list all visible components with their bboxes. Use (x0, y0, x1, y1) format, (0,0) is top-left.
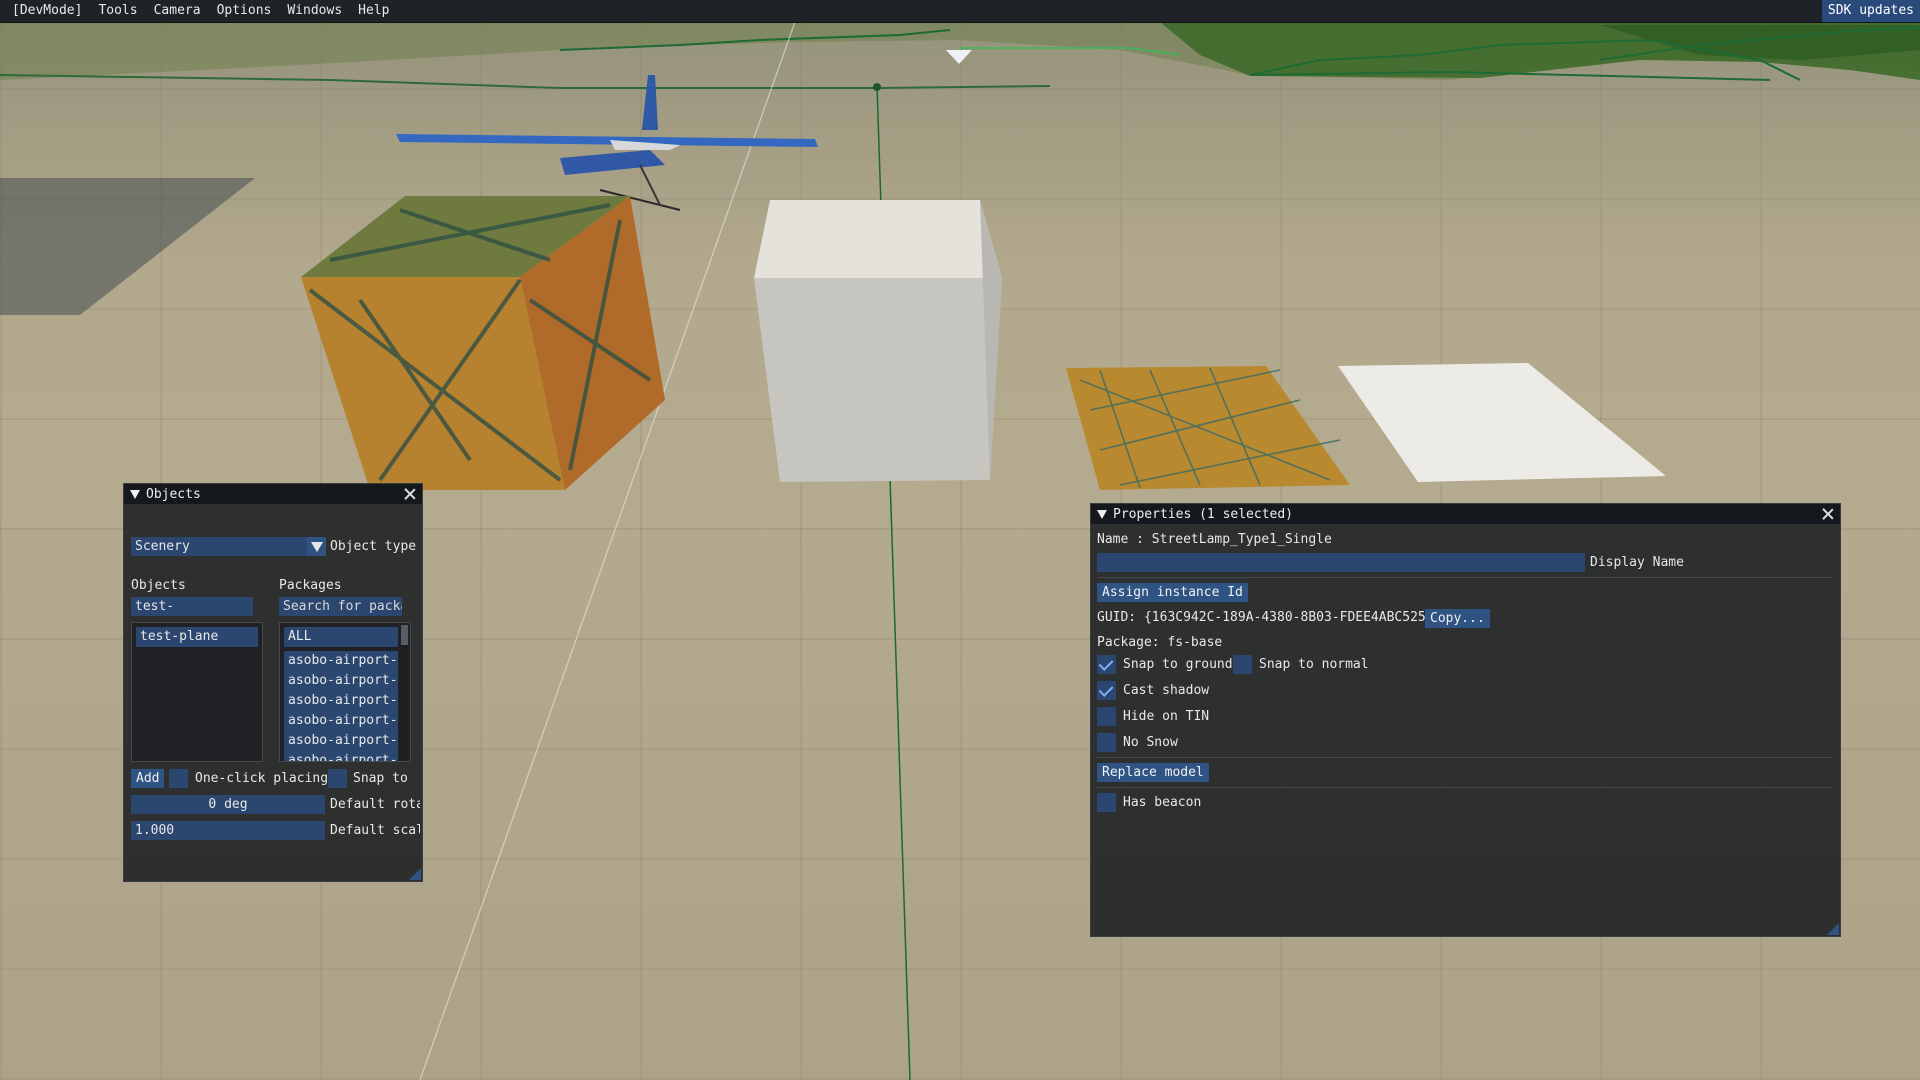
list-item[interactable]: test-plane (136, 627, 258, 647)
one-click-placing-label: One-click placing (195, 771, 329, 786)
list-item[interactable]: asobo-airport-k (284, 731, 398, 751)
package-text: Package: fs-base (1097, 635, 1223, 650)
close-icon[interactable] (1822, 508, 1834, 520)
objects-listbox: test-plane (131, 622, 263, 762)
separator (1097, 787, 1832, 788)
snap-to-normal-label: Snap to normal (1259, 657, 1369, 672)
checkmark-icon (1098, 656, 1114, 671)
separator (1097, 757, 1832, 758)
white-cube (754, 200, 1002, 482)
patterned-tile (1066, 366, 1350, 490)
object-type-value: Scenery (135, 539, 190, 554)
menu-options[interactable]: Options (209, 0, 280, 22)
airplane (396, 75, 818, 211)
list-item[interactable]: asobo-airport-e (284, 691, 398, 711)
menu-devmode[interactable]: [DevMode] (0, 0, 90, 22)
properties-panel-title: Properties (1 selected) (1113, 506, 1294, 522)
list-item[interactable]: asobo-airport-l (284, 751, 398, 761)
menu-tools[interactable]: Tools (90, 0, 145, 22)
menu-bar: [DevMode] Tools Camera Options Windows H… (0, 0, 1920, 23)
no-snow-checkbox[interactable] (1097, 733, 1116, 752)
list-item[interactable]: asobo-airport-c (284, 651, 398, 671)
copy-guid-button[interactable]: Copy... (1425, 609, 1490, 628)
list-item[interactable]: asobo-airport-h (284, 711, 398, 731)
objects-panel-title: Objects (146, 486, 201, 502)
resize-grip-icon[interactable] (1827, 923, 1839, 935)
patterned-cube (301, 196, 665, 490)
replace-model-button[interactable]: Replace model (1097, 763, 1209, 782)
hide-on-tin-label: Hide on TIN (1123, 709, 1210, 724)
separator (1097, 577, 1832, 578)
collapse-triangle-icon[interactable] (130, 489, 140, 499)
object-type-select[interactable]: Scenery (131, 537, 307, 556)
default-scale-input[interactable]: 1.000 (131, 821, 325, 840)
collapse-triangle-icon[interactable] (1097, 509, 1107, 519)
packages-list-label: Packages (279, 578, 342, 593)
hide-on-tin-checkbox[interactable] (1097, 707, 1116, 726)
snap-to-ground-label: Snap to ground (1123, 657, 1233, 672)
white-tile (1338, 363, 1666, 482)
dropdown-arrow-icon[interactable] (307, 537, 326, 556)
display-name-input[interactable] (1097, 553, 1585, 572)
default-scale-label: Default scal (330, 823, 420, 838)
objects-search-input[interactable]: test- (131, 597, 253, 616)
no-snow-label: No Snow (1123, 735, 1178, 750)
snap-to-label: Snap to n (353, 771, 415, 786)
packages-listbox: ALL asobo-airport-c asobo-airport-c asob… (279, 622, 411, 762)
properties-panel: Properties (1 selected) Name : StreetLam… (1090, 503, 1841, 937)
cast-shadow-checkbox[interactable] (1097, 681, 1116, 700)
one-click-placing-checkbox[interactable] (169, 769, 188, 788)
has-beacon-label: Has beacon (1123, 795, 1202, 810)
list-item[interactable]: ALL (284, 627, 398, 647)
close-icon[interactable] (404, 488, 416, 500)
guid-text: GUID: {163C942C-189A-4380-8B03-FDEE4ABC5… (1097, 610, 1442, 625)
sdk-updates-button[interactable]: SDK updates (1821, 0, 1920, 22)
snap-to-normal-checkbox[interactable] (1233, 655, 1252, 674)
properties-panel-titlebar[interactable]: Properties (1 selected) (1091, 504, 1840, 524)
cast-shadow-label: Cast shadow (1123, 683, 1210, 698)
objects-list-label: Objects (131, 578, 186, 593)
has-beacon-checkbox[interactable] (1097, 793, 1116, 812)
menu-help[interactable]: Help (350, 0, 397, 22)
default-rotation-input[interactable]: 0 deg (131, 795, 325, 814)
object-name-text: Name : StreetLamp_Type1_Single (1097, 532, 1332, 547)
add-button[interactable]: Add (131, 769, 165, 788)
snap-to-checkbox[interactable] (328, 769, 347, 788)
snap-to-ground-checkbox[interactable] (1097, 655, 1116, 674)
default-rotation-value: 0 deg (208, 797, 248, 812)
packages-scrollbar[interactable] (401, 625, 408, 759)
resize-grip-icon[interactable] (409, 868, 421, 880)
objects-panel-titlebar[interactable]: Objects (124, 484, 422, 504)
menu-camera[interactable]: Camera (146, 0, 209, 22)
packages-search-input[interactable]: Search for packag (279, 597, 402, 616)
menu-windows[interactable]: Windows (279, 0, 350, 22)
default-rotation-label: Default rota (330, 797, 420, 812)
checkmark-icon (1098, 682, 1114, 697)
assign-instance-id-button[interactable]: Assign instance Id (1097, 583, 1248, 602)
objects-panel: Objects Scenery Object type Objects Pack… (123, 483, 423, 882)
list-item[interactable]: asobo-airport-c (284, 671, 398, 691)
object-type-label: Object type (330, 539, 417, 554)
display-name-label: Display Name (1590, 555, 1684, 570)
